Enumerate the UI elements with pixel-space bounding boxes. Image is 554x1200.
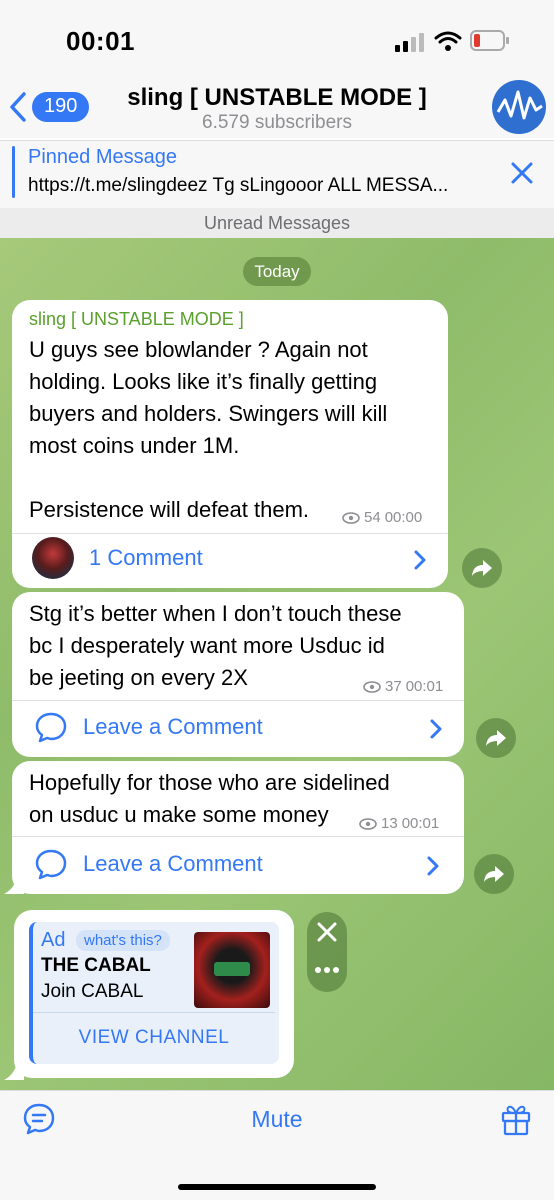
message-time: 00:00 xyxy=(384,509,423,526)
mute-button[interactable]: Mute xyxy=(0,1106,554,1133)
leave-comment-link[interactable]: Leave a Comment xyxy=(83,714,263,740)
more-icon[interactable] xyxy=(314,966,340,974)
pinned-label: Pinned Message xyxy=(28,146,177,168)
whats-this-link[interactable]: what's this? xyxy=(76,930,170,951)
share-button[interactable] xyxy=(476,718,516,758)
ad-tag: Ad xyxy=(41,929,66,951)
share-arrow-icon xyxy=(484,866,504,882)
channel-title[interactable]: sling [ UNSTABLE MODE ] xyxy=(0,84,554,112)
bubble-tail xyxy=(4,1058,24,1080)
divider xyxy=(12,836,464,837)
subscriber-count: 6.579 subscribers xyxy=(202,112,352,133)
message-line: Stg it’s better when I don’t touch these xyxy=(29,601,402,626)
chevron-right-icon[interactable] xyxy=(413,549,427,571)
message-line: U guys see blowlander ? Again not xyxy=(29,337,368,362)
wifi-icon xyxy=(434,31,462,51)
battery-icon xyxy=(470,30,509,51)
signal-icon xyxy=(395,33,424,52)
view-count: 13 xyxy=(381,815,398,832)
share-button[interactable] xyxy=(474,854,514,894)
waveform-logo-icon xyxy=(496,90,543,120)
message-time: 00:01 xyxy=(401,815,440,832)
commenter-avatar xyxy=(32,537,74,579)
pinned-indicator xyxy=(12,146,15,198)
message-meta: 37 00:01 xyxy=(363,678,443,695)
comments-link[interactable]: 1 Comment xyxy=(89,545,203,571)
divider xyxy=(12,533,448,534)
divider xyxy=(12,700,464,701)
close-icon[interactable] xyxy=(316,921,338,943)
message-meta: 54 00:00 xyxy=(342,509,422,526)
eye-icon xyxy=(359,817,377,830)
message-line: bc I desperately want more Usduc id xyxy=(29,633,385,658)
message-time: 00:01 xyxy=(405,678,444,695)
comment-bubble-icon xyxy=(35,849,67,880)
status-time: 00:01 xyxy=(66,26,135,56)
message-author: sling [ UNSTABLE MODE ] xyxy=(29,309,244,329)
date-separator: Today xyxy=(243,257,311,286)
view-channel-button[interactable]: VIEW CHANNEL xyxy=(33,1027,275,1049)
ad-image xyxy=(194,932,270,1008)
comment-bubble-icon xyxy=(35,712,67,743)
divider xyxy=(33,1012,275,1013)
share-arrow-icon xyxy=(486,730,506,746)
message-line: holding. Looks like it’s finally getting xyxy=(29,369,378,394)
chevron-right-icon[interactable] xyxy=(429,718,443,740)
ad-subtitle: Join CABAL xyxy=(41,981,144,1002)
message-line: buyers and holders. Swingers will kill xyxy=(29,401,388,426)
share-button[interactable] xyxy=(462,548,502,588)
channel-avatar[interactable] xyxy=(492,80,546,134)
message-line: Hopefully for those who are sidelined xyxy=(29,770,390,795)
eye-icon xyxy=(363,680,381,693)
chevron-right-icon[interactable] xyxy=(426,855,440,877)
gift-icon[interactable] xyxy=(500,1102,532,1136)
message-meta: 13 00:01 xyxy=(359,815,439,832)
leave-comment-link[interactable]: Leave a Comment xyxy=(83,851,263,877)
pinned-text: https://t.me/slingdeez Tg sLingooor ALL … xyxy=(28,175,449,196)
unread-divider: Unread Messages xyxy=(0,208,554,238)
ad-title: THE CABAL xyxy=(41,955,151,976)
message-line: most coins under 1M. xyxy=(29,433,240,458)
eye-icon xyxy=(342,511,360,524)
view-count: 54 xyxy=(364,509,381,526)
bubble-tail xyxy=(4,872,24,894)
view-count: 37 xyxy=(385,678,402,695)
close-pinned-icon[interactable] xyxy=(509,160,535,186)
home-indicator xyxy=(178,1184,376,1190)
share-arrow-icon xyxy=(472,560,492,576)
message-text: U guys see blowlander ? Again not holdin… xyxy=(29,334,439,526)
